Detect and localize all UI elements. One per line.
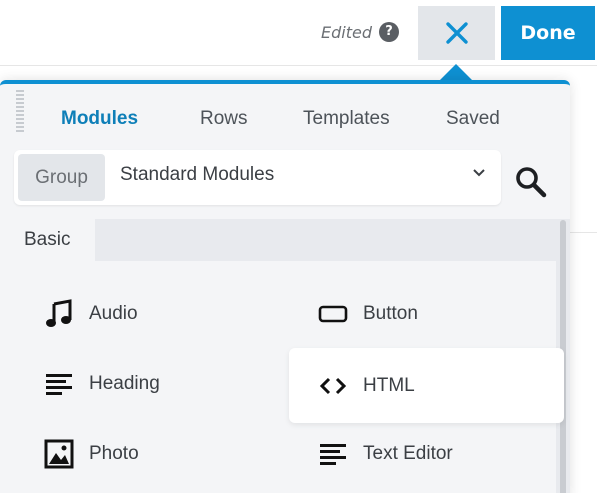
help-icon[interactable]: ?: [378, 22, 399, 42]
top-bar: Edited ? Done: [0, 0, 597, 66]
code-icon: [318, 371, 348, 401]
tab-templates[interactable]: Templates: [303, 108, 390, 130]
content-panel: Modules Rows Templates Saved Group Stand…: [0, 80, 570, 493]
module-photo[interactable]: Photo: [44, 419, 139, 489]
search-button[interactable]: [513, 164, 553, 204]
module-heading[interactable]: Heading: [44, 349, 160, 419]
chevron-down-icon: [473, 169, 485, 177]
tab-modules[interactable]: Modules: [61, 108, 138, 130]
module-label: Heading: [89, 373, 160, 394]
module-text-editor[interactable]: Text Editor: [318, 419, 453, 489]
search-icon: [516, 167, 547, 198]
module-label: HTML: [363, 374, 415, 396]
panel-pointer: [440, 64, 472, 80]
module-label: Text Editor: [363, 443, 453, 464]
close-button[interactable]: [418, 6, 495, 60]
module-label: Photo: [89, 443, 139, 464]
text-editor-icon: [318, 439, 348, 469]
image-icon: [44, 439, 74, 469]
background-divider: [570, 232, 597, 233]
heading-icon: [44, 369, 74, 399]
edited-status: Edited ?: [321, 22, 399, 42]
group-select[interactable]: Group Standard Modules: [14, 150, 501, 205]
done-button[interactable]: Done: [501, 6, 595, 60]
tab-saved[interactable]: Saved: [446, 108, 500, 130]
section-tab-basic[interactable]: Basic: [0, 219, 95, 261]
edited-label: Edited: [321, 22, 372, 42]
close-icon: [445, 22, 468, 44]
module-label: Button: [363, 303, 418, 324]
group-label: Group: [18, 154, 105, 201]
tab-rows[interactable]: Rows: [200, 108, 248, 130]
music-note-icon: [44, 299, 74, 329]
group-value: Standard Modules: [120, 164, 275, 185]
module-audio[interactable]: Audio: [44, 279, 138, 349]
module-html[interactable]: HTML: [289, 348, 564, 423]
panel-tabs: Modules Rows Templates Saved: [0, 84, 570, 150]
button-icon: [318, 299, 348, 329]
module-label: Audio: [89, 303, 138, 324]
module-button[interactable]: Button: [318, 279, 418, 349]
